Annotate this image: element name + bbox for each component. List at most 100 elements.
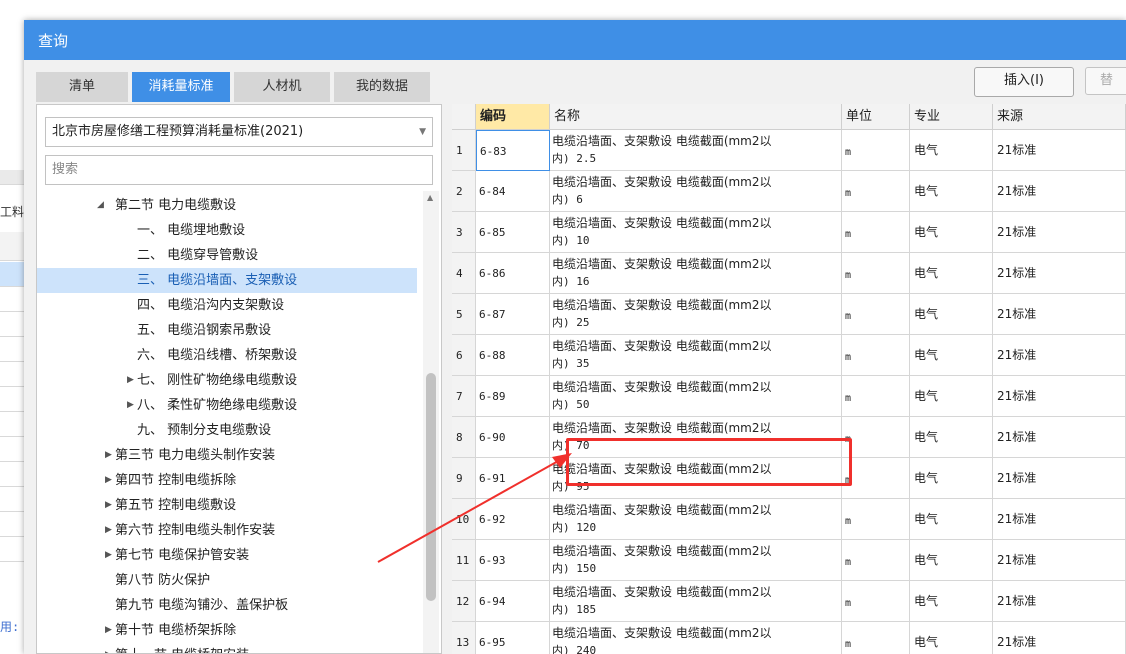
source-cell[interactable]: 21标准 (993, 458, 1126, 499)
tree-item[interactable]: 四、 电缆沿沟内支架敷设 (37, 293, 417, 318)
row-index[interactable]: 7 (452, 376, 476, 417)
specialty-cell[interactable]: 电气 (910, 376, 993, 417)
specialty-cell[interactable]: 电气 (910, 212, 993, 253)
unit-cell[interactable]: m (842, 622, 910, 654)
unit-cell[interactable]: m (842, 335, 910, 376)
source-cell[interactable]: 21标准 (993, 376, 1126, 417)
unit-cell[interactable]: m (842, 499, 910, 540)
standard-select[interactable]: 北京市房屋修缮工程预算消耗量标准(2021) ▼ (45, 117, 433, 147)
tree-item[interactable]: 九、 预制分支电缆敷设 (37, 418, 417, 443)
source-cell[interactable]: 21标准 (993, 622, 1126, 654)
tab-my-data[interactable]: 我的数据 (334, 72, 430, 102)
name-cell[interactable]: 电缆沿墙面、支架敷设 电缆截面(mm2以 内) 240 (550, 622, 842, 654)
code-cell[interactable]: 6-94 (476, 581, 550, 622)
tab-bill[interactable]: 清单 (36, 72, 128, 102)
specialty-cell[interactable]: 电气 (910, 171, 993, 212)
insert-button[interactable]: 插入(I) (974, 67, 1074, 97)
dialog-titlebar[interactable]: 查询 (24, 20, 1126, 60)
name-cell[interactable]: 电缆沿墙面、支架敷设 电缆截面(mm2以 内) 150 (550, 540, 842, 581)
specialty-cell[interactable]: 电气 (910, 253, 993, 294)
code-cell[interactable]: 6-95 (476, 622, 550, 654)
code-cell[interactable]: 6-83 (476, 130, 550, 171)
specialty-cell[interactable]: 电气 (910, 130, 993, 171)
table-row[interactable]: 1 6-83 电缆沿墙面、支架敷设 电缆截面(mm2以 内) 2.5 m 电气 21标准 (452, 130, 1126, 171)
row-index[interactable]: 12 (452, 581, 476, 622)
specialty-cell[interactable]: 电气 (910, 540, 993, 581)
code-cell[interactable]: 6-90 (476, 417, 550, 458)
row-index[interactable]: 4 (452, 253, 476, 294)
tree-item[interactable]: ▶第十一节 电缆桥架安装 (37, 643, 417, 653)
code-cell[interactable]: 6-92 (476, 499, 550, 540)
source-cell[interactable]: 21标准 (993, 417, 1126, 458)
tree-item[interactable]: 第八节 防火保护 (37, 568, 417, 593)
tree-item[interactable]: ▶ 八、 柔性矿物绝缘电缆敷设 (37, 393, 417, 418)
header-specialty[interactable]: 专业 (910, 104, 993, 130)
row-index[interactable]: 1 (452, 130, 476, 171)
expand-arrow-icon[interactable]: ▶ (127, 368, 134, 393)
name-cell[interactable]: 电缆沿墙面、支架敷设 电缆截面(mm2以 内) 6 (550, 171, 842, 212)
specialty-cell[interactable]: 电气 (910, 499, 993, 540)
tab-consumption-standard[interactable]: 消耗量标准 (132, 72, 230, 102)
unit-cell[interactable]: m (842, 540, 910, 581)
unit-cell[interactable]: m (842, 130, 910, 171)
unit-cell[interactable]: m (842, 458, 910, 499)
expand-arrow-icon[interactable]: ▶ (105, 443, 112, 468)
replace-button[interactable]: 替 (1085, 67, 1126, 95)
expand-arrow-icon[interactable]: ▶ (105, 643, 112, 653)
code-cell[interactable]: 6-89 (476, 376, 550, 417)
expand-arrow-icon[interactable]: ▶ (105, 618, 112, 643)
code-cell[interactable]: 6-88 (476, 335, 550, 376)
table-row[interactable]: 7 6-89 电缆沿墙面、支架敷设 电缆截面(mm2以 内) 50 m 电气 21标准 (452, 376, 1126, 417)
source-cell[interactable]: 21标准 (993, 130, 1126, 171)
name-cell[interactable]: 电缆沿墙面、支架敷设 电缆截面(mm2以 内) 16 (550, 253, 842, 294)
table-row[interactable]: 6 6-88 电缆沿墙面、支架敷设 电缆截面(mm2以 内) 35 m 电气 21标准 (452, 335, 1126, 376)
source-cell[interactable]: 21标准 (993, 294, 1126, 335)
row-index[interactable]: 13 (452, 622, 476, 654)
unit-cell[interactable]: m (842, 581, 910, 622)
tree-item[interactable]: ▶ 第七节 电缆保护管安装 (37, 543, 417, 568)
tree-item[interactable]: 二、 电缆穿导管敷设 (37, 243, 417, 268)
source-cell[interactable]: 21标准 (993, 171, 1126, 212)
row-index[interactable]: 2 (452, 171, 476, 212)
tree-item[interactable]: 第九节 电缆沟铺沙、盖保护板 (37, 593, 417, 618)
tree-item[interactable]: ▶ 七、 刚性矿物绝缘电缆敷设 (37, 368, 417, 393)
expand-arrow-icon[interactable]: ▶ (105, 493, 112, 518)
specialty-cell[interactable]: 电气 (910, 581, 993, 622)
table-row[interactable]: 10 6-92 电缆沿墙面、支架敷设 电缆截面(mm2以 内) 120 m 电气 21标准 (452, 499, 1126, 540)
code-cell[interactable]: 6-93 (476, 540, 550, 581)
source-cell[interactable]: 21标准 (993, 335, 1126, 376)
header-source[interactable]: 来源 (993, 104, 1126, 130)
specialty-cell[interactable]: 电气 (910, 417, 993, 458)
chevron-down-icon[interactable]: ▼ (419, 118, 426, 146)
tree-item[interactable]: 一、 电缆埋地敷设 (37, 218, 417, 243)
specialty-cell[interactable]: 电气 (910, 622, 993, 654)
unit-cell[interactable]: m (842, 294, 910, 335)
name-cell[interactable]: 电缆沿墙面、支架敷设 电缆截面(mm2以 内) 120 (550, 499, 842, 540)
row-index[interactable]: 10 (452, 499, 476, 540)
specialty-cell[interactable]: 电气 (910, 458, 993, 499)
specialty-cell[interactable]: 电气 (910, 294, 993, 335)
code-cell[interactable]: 6-87 (476, 294, 550, 335)
row-index[interactable]: 8 (452, 417, 476, 458)
row-index[interactable]: 6 (452, 335, 476, 376)
source-cell[interactable]: 21标准 (993, 540, 1126, 581)
row-index[interactable]: 5 (452, 294, 476, 335)
name-cell[interactable]: 电缆沿墙面、支架敷设 电缆截面(mm2以 内) 10 (550, 212, 842, 253)
name-cell[interactable]: 电缆沿墙面、支架敷设 电缆截面(mm2以 内) 2.5 (550, 130, 842, 171)
tree-item[interactable]: 六、 电缆沿线槽、桥架敷设 (37, 343, 417, 368)
table-row[interactable]: 13 6-95 电缆沿墙面、支架敷设 电缆截面(mm2以 内) 240 m 电气 21标准 (452, 622, 1126, 654)
row-index[interactable]: 9 (452, 458, 476, 499)
name-cell[interactable]: 电缆沿墙面、支架敷设 电缆截面(mm2以 内) 35 (550, 335, 842, 376)
row-index[interactable]: 3 (452, 212, 476, 253)
table-row[interactable]: 12 6-94 电缆沿墙面、支架敷设 电缆截面(mm2以 内) 185 m 电气 21标准 (452, 581, 1126, 622)
header-name[interactable]: 名称 (550, 104, 842, 130)
expand-arrow-icon[interactable]: ▶ (105, 543, 112, 568)
row-index[interactable]: 11 (452, 540, 476, 581)
tree-item[interactable]: ▶ 第六节 控制电缆头制作安装 (37, 518, 417, 543)
specialty-cell[interactable]: 电气 (910, 335, 993, 376)
scrollbar-thumb[interactable] (426, 373, 436, 601)
unit-cell[interactable]: m (842, 171, 910, 212)
tab-labor-material-machine[interactable]: 人材机 (234, 72, 330, 102)
expand-arrow-icon[interactable]: ▶ (105, 468, 112, 493)
code-cell[interactable]: 6-85 (476, 212, 550, 253)
